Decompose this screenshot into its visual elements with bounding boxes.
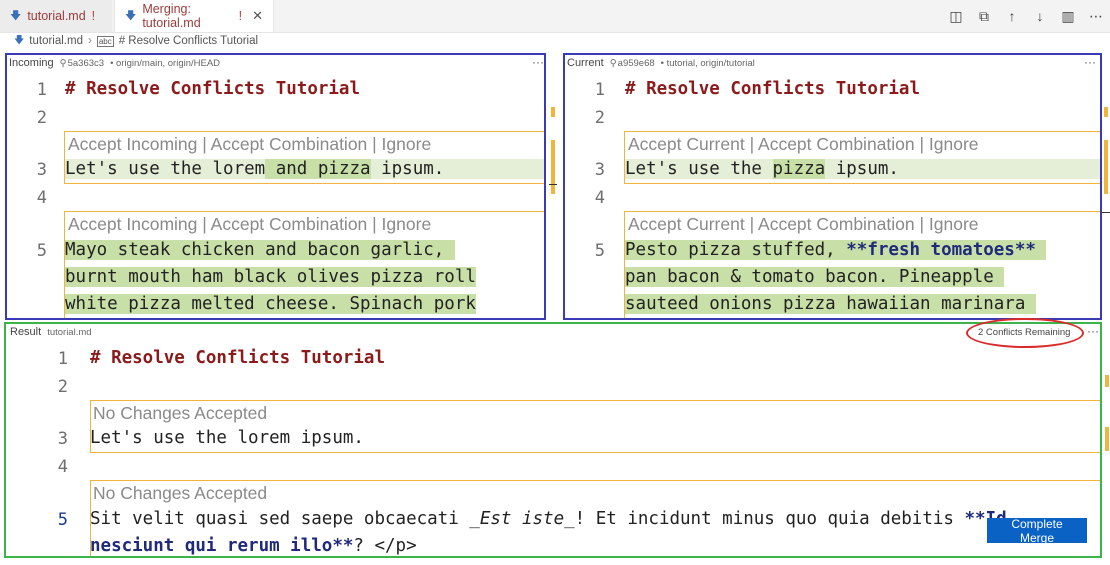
- current-pane: Current ⚲ a959e68 • tutorial, origin/tut…: [563, 53, 1102, 320]
- conflict-actions[interactable]: Accept Incoming | Accept Combination | I…: [68, 134, 431, 155]
- current-header: Current ⚲ a959e68 • tutorial, origin/tut…: [567, 56, 755, 70]
- code-line-heading: # Resolve Conflicts Tutorial: [625, 79, 921, 99]
- arrow-down-icon[interactable]: ↓: [1032, 8, 1048, 24]
- code-line-5-wrap: burnt mouth ham black olives pizza roll: [65, 267, 476, 287]
- code-line-5-wrap: pan bacon & tomato bacon. Pineapple: [625, 267, 1005, 287]
- result-file: tutorial.md: [47, 326, 92, 338]
- code-line-5-wrap: white pizza melted cheese. Spinach pork: [65, 294, 476, 314]
- arrow-up-icon[interactable]: ↑: [1004, 8, 1020, 24]
- branch-refs: • tutorial, origin/tutorial: [660, 57, 755, 69]
- copy-icon[interactable]: ⧉: [976, 8, 992, 25]
- conflict-actions[interactable]: Accept Current | Accept Combination | Ig…: [628, 214, 979, 235]
- pane-title: Incoming: [9, 57, 54, 69]
- line-number: 2: [57, 377, 68, 397]
- code-line-3: Let's use the lorem ipsum.: [90, 428, 364, 448]
- breadcrumb: 🡇 tutorial.md › abc # Resolve Conflicts …: [14, 33, 258, 49]
- code-line-5-wrap: sauteed onions pizza hawaiian marinara: [625, 294, 1036, 314]
- pane-title: Result: [10, 326, 42, 338]
- complete-merge-button[interactable]: Complete Merge: [987, 517, 1087, 545]
- code-line-3: Let's use the pizza ipsum.: [625, 159, 1100, 179]
- markdown-file-icon: 🡇: [14, 34, 25, 46]
- line-number: 3: [36, 160, 47, 180]
- incoming-header: Incoming ⚲ 5a363c3 • origin/main, origin…: [9, 56, 220, 70]
- result-header: Result tutorial.md: [10, 325, 92, 339]
- open-changes-icon[interactable]: ◫: [948, 8, 964, 25]
- conflict-marker: [1104, 140, 1108, 194]
- tab-label: tutorial.md: [27, 9, 86, 23]
- conflict-marker: [1105, 427, 1109, 451]
- scroll-position: [1102, 212, 1110, 213]
- markdown-file-icon: 🡇: [125, 9, 137, 22]
- commit-icon: ⚲: [609, 57, 617, 69]
- incoming-pane: Incoming ⚲ 5a363c3 • origin/main, origin…: [5, 53, 546, 320]
- code-line-heading: # Resolve Conflicts Tutorial: [90, 348, 386, 368]
- split-editor-icon[interactable]: ▥: [1060, 8, 1076, 25]
- conflict-actions[interactable]: Accept Incoming | Accept Combination | I…: [68, 214, 431, 235]
- line-number: 4: [36, 188, 47, 208]
- pane-title: Current: [567, 57, 604, 69]
- conflict-status[interactable]: No Changes Accepted: [93, 403, 267, 424]
- breadcrumb-file[interactable]: tutorial.md: [29, 35, 83, 47]
- line-number: 1: [57, 349, 68, 369]
- modified-indicator: !: [91, 9, 96, 23]
- code-line-5-wrap: nesciunt qui rerum illo**? </p>: [90, 536, 417, 556]
- code-line-5: Pesto pizza stuffed, **fresh tomatoes**: [625, 240, 1047, 260]
- line-number: 5: [594, 241, 605, 261]
- conflict-marker: [1104, 107, 1108, 117]
- breadcrumb-symbol[interactable]: # Resolve Conflicts Tutorial: [119, 35, 258, 47]
- line-number: 3: [594, 160, 605, 180]
- more-actions-icon[interactable]: ···: [532, 55, 544, 69]
- branch-refs: • origin/main, origin/HEAD: [110, 57, 221, 69]
- conflict-status[interactable]: No Changes Accepted: [93, 483, 267, 504]
- commit-hash: a959e68: [617, 57, 655, 69]
- commit-icon: ⚲: [59, 57, 67, 69]
- line-number: 1: [36, 80, 47, 100]
- conflict-marker: [551, 140, 555, 194]
- line-number: 3: [57, 429, 68, 449]
- more-icon[interactable]: ⋯: [1088, 8, 1104, 25]
- conflict-marker: [1105, 375, 1109, 387]
- line-number: 5: [57, 510, 68, 530]
- more-actions-icon[interactable]: ···: [1087, 324, 1099, 338]
- tab-label: Merging: tutorial.md: [142, 2, 201, 30]
- line-number: 4: [57, 457, 68, 477]
- scroll-position: [549, 184, 557, 185]
- code-line-3: Let's use the lorem and pizza ipsum.: [65, 159, 544, 179]
- line-number: 2: [36, 108, 47, 128]
- line-number: 5: [36, 241, 47, 261]
- tab-tutorial-md[interactable]: 🡇 tutorial.md !: [0, 0, 112, 32]
- code-line-5: Sit velit quasi sed saepe obcaecati _Est…: [90, 509, 1007, 529]
- conflict-actions[interactable]: Accept Current | Accept Combination | Ig…: [628, 134, 979, 155]
- annotation-highlight: [966, 318, 1084, 348]
- code-line-5: Mayo steak chicken and bacon garlic,: [65, 240, 455, 260]
- code-line-heading: # Resolve Conflicts Tutorial: [65, 79, 361, 99]
- editor-toolbar: ◫ ⧉ ↑ ↓ ▥ ⋯: [948, 0, 1104, 32]
- conflict-marker: [551, 107, 555, 117]
- modified-indicator: !: [238, 9, 243, 23]
- commit-hash: 5a363c3: [67, 57, 105, 69]
- line-number: 1: [594, 80, 605, 100]
- line-number: 4: [594, 188, 605, 208]
- chevron-right-icon: ›: [87, 35, 92, 47]
- tab-merging-tutorial-md[interactable]: 🡇 Merging: tutorial.md ! ✕: [114, 0, 274, 32]
- markdown-file-icon: 🡇: [10, 9, 22, 22]
- symbol-string-icon: abc: [96, 35, 114, 47]
- more-actions-icon[interactable]: ···: [1084, 55, 1096, 69]
- close-icon[interactable]: ✕: [252, 8, 263, 24]
- tab-bar: 🡇 tutorial.md ! 🡇 Merging: tutorial.md !…: [0, 0, 1110, 33]
- line-number: 2: [594, 108, 605, 128]
- result-pane: Result tutorial.md ··· 1 2 3 4 5 # Resol…: [4, 322, 1102, 558]
